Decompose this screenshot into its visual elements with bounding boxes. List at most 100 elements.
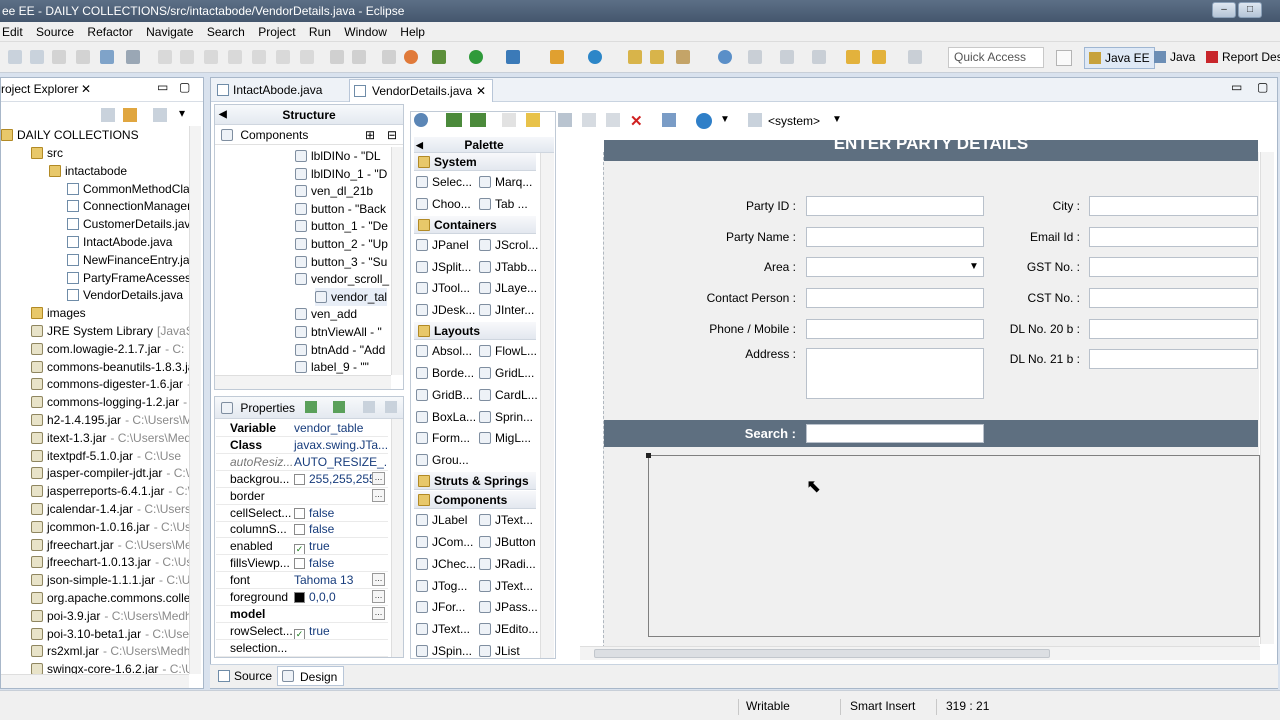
component-item[interactable]: label_9 - "" xyxy=(295,358,369,375)
publish-icon[interactable] xyxy=(352,50,366,64)
palette-item[interactable]: JText... xyxy=(479,510,539,530)
property-row[interactable]: border… xyxy=(216,488,388,505)
tree-item[interactable]: com.lowagie-2.1.7.jar - C: xyxy=(31,340,184,358)
tree-item[interactable]: jcalendar-1.4.jar- C:\Users\M xyxy=(31,500,189,518)
maximize-editor-icon[interactable]: ▢ xyxy=(1257,80,1268,94)
hscroll-thumb[interactable] xyxy=(594,649,1050,658)
undo-icon[interactable] xyxy=(502,113,516,127)
tree-item[interactable]: images xyxy=(31,304,86,322)
property-row[interactable]: font Tahoma 13… xyxy=(216,572,388,590)
link-editor-icon[interactable] xyxy=(123,108,137,122)
new-icon[interactable] xyxy=(8,50,22,64)
collapse-arrow-icon[interactable]: ◀ xyxy=(219,105,227,125)
save-all-icon[interactable] xyxy=(52,50,66,64)
chevron-down-icon[interactable]: ▼ xyxy=(832,114,842,125)
tree-item[interactable]: poi-3.10-beta1.jar- C:\Users\ xyxy=(31,625,189,643)
palette-item[interactable]: Absol... xyxy=(416,341,476,361)
ellipsis-button[interactable]: … xyxy=(372,573,385,587)
source-tab[interactable]: Source xyxy=(214,666,272,686)
maximize-view-icon[interactable]: ▢ xyxy=(179,76,190,98)
console-icon[interactable] xyxy=(100,50,114,64)
menu-window[interactable]: Window xyxy=(344,22,395,42)
open-task-icon[interactable] xyxy=(650,50,664,64)
palette-item[interactable]: BoxLa... xyxy=(416,407,476,427)
property-value[interactable]: 255,255,255 xyxy=(294,471,376,487)
print-icon[interactable] xyxy=(76,50,90,64)
form-input[interactable] xyxy=(1089,227,1258,247)
quick-access-field[interactable]: Quick Access xyxy=(948,47,1044,68)
back-icon[interactable] xyxy=(846,50,860,64)
property-value[interactable]: ✓ true xyxy=(294,623,330,639)
tree-item[interactable]: VendorDetails.java xyxy=(67,286,183,304)
palette-item[interactable]: FlowL... xyxy=(479,341,539,361)
tree-item[interactable]: rs2xml.jar- C:\Users\Medha S xyxy=(31,642,189,660)
palette-item[interactable]: Selec... xyxy=(416,172,476,192)
property-row[interactable]: rowSelect... ✓ true xyxy=(216,623,388,640)
tree-item[interactable]: ConnectionManager.ja xyxy=(67,197,189,215)
step-over-icon[interactable] xyxy=(276,50,290,64)
palette-category[interactable]: Layouts xyxy=(414,322,536,341)
palette-item[interactable]: JInter... xyxy=(479,300,539,320)
chevron-down-icon[interactable]: ▾ xyxy=(179,106,185,120)
menu-navigate[interactable]: Navigate xyxy=(146,22,201,42)
menu-search[interactable]: Search xyxy=(207,22,253,42)
component-item[interactable]: vendor_tal xyxy=(315,287,388,306)
last-edit-icon[interactable] xyxy=(812,50,826,64)
canvas-hscrollbar[interactable] xyxy=(580,646,1260,660)
chevron-down-icon[interactable]: ▼ xyxy=(720,114,730,125)
form-input[interactable] xyxy=(806,227,984,247)
ellipsis-button[interactable]: … xyxy=(372,590,385,603)
property-row[interactable]: selection... xyxy=(216,640,388,657)
palette-category[interactable]: Components xyxy=(414,491,536,510)
design-tab[interactable]: Design xyxy=(277,666,345,686)
property-row[interactable]: foreground 0,0,0… xyxy=(216,589,388,606)
tree-item[interactable]: itext-1.3.jar- C:\Users\Medha xyxy=(31,429,189,447)
skip-breakpoints-icon[interactable] xyxy=(126,50,140,64)
palette-item[interactable]: JTog... xyxy=(416,576,476,596)
maximize-button[interactable]: □ xyxy=(1238,2,1262,18)
coverage-icon[interactable] xyxy=(506,50,520,64)
server-icon[interactable] xyxy=(330,50,344,64)
test-gui-icon[interactable] xyxy=(414,113,428,127)
paste-icon[interactable] xyxy=(606,113,620,127)
run-icon[interactable] xyxy=(469,50,483,64)
tree-item[interactable]: src xyxy=(31,144,63,162)
property-row[interactable]: autoResiz... AUTO_RESIZE_... xyxy=(216,454,388,471)
menu-refactor[interactable]: Refactor xyxy=(87,22,140,42)
chevron-down-icon[interactable]: ▼ xyxy=(969,261,979,272)
tree-item[interactable]: NewFinanceEntry.java xyxy=(67,251,189,269)
palette-item[interactable]: JText... xyxy=(479,576,539,596)
palette-category[interactable]: Containers xyxy=(414,215,536,234)
form-input[interactable] xyxy=(1089,288,1258,308)
project-explorer-tab[interactable]: roject Explorer ✕ ▭ ▢ xyxy=(1,78,203,102)
delete-icon[interactable]: ✕ xyxy=(630,112,643,130)
palette-item[interactable]: CardL... xyxy=(479,385,539,405)
tree-item[interactable]: jasperreports-6.4.1.jar- C:\Use xyxy=(31,482,189,500)
next-annotation-icon[interactable] xyxy=(748,50,762,64)
tree-item-project[interactable]: DAILY COLLECTIONS xyxy=(1,126,139,144)
tree-item[interactable]: jasper-compiler-jdt.jar- C:\U xyxy=(31,464,189,482)
minimize-editor-icon[interactable]: ▭ xyxy=(1231,80,1242,94)
palette-item[interactable]: JSpin... xyxy=(416,641,476,661)
palette-item[interactable]: JSplit... xyxy=(416,257,476,277)
tree-item[interactable]: poi-3.9.jar- C:\Users\Medha S xyxy=(31,607,189,625)
palette-item[interactable]: Marq... xyxy=(479,172,539,192)
tree-item[interactable]: json-simple-1.1.1.jar- C:\User xyxy=(31,571,189,589)
palette-item[interactable]: JFor... xyxy=(416,597,476,617)
checkbox-checked-icon[interactable]: ✓ xyxy=(294,544,305,555)
tree-item[interactable]: org.apache.commons.collect xyxy=(31,589,189,607)
disconnect-icon[interactable] xyxy=(228,50,242,64)
checkbox-checked-icon[interactable]: ✓ xyxy=(294,628,305,639)
ellipsis-button[interactable]: … xyxy=(372,606,385,620)
form-input[interactable] xyxy=(806,288,984,308)
component-item[interactable]: button - "Back xyxy=(295,200,386,218)
tree-item[interactable]: commons-beanutils-1.8.3.jar xyxy=(31,358,189,376)
component-item[interactable]: lblDINo - "DL xyxy=(295,147,381,165)
web-icon[interactable] xyxy=(382,50,396,64)
tree-item[interactable]: swingx-core-1.6.2.jar- C:\Us xyxy=(31,660,189,674)
step-into-icon[interactable] xyxy=(252,50,266,64)
palette-item[interactable]: GridB... xyxy=(416,385,476,405)
forward-icon[interactable] xyxy=(908,50,922,64)
form-input[interactable] xyxy=(806,196,984,216)
forward-nav-icon[interactable] xyxy=(872,50,886,64)
